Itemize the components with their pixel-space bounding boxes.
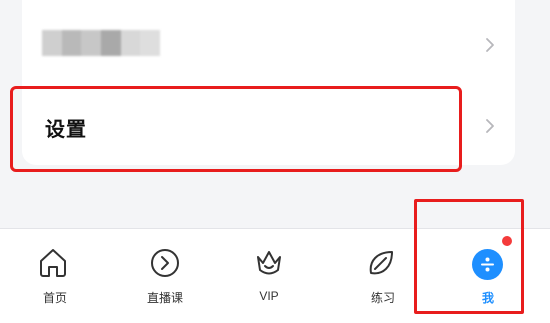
- tab-home-label: 首页: [42, 291, 67, 305]
- settings-label: 设置: [45, 119, 87, 141]
- play-circle-icon: [151, 249, 179, 277]
- blur-swatch: [140, 30, 161, 56]
- tab-practice[interactable]: 练习: [328, 229, 438, 323]
- blur-swatch: [81, 30, 102, 56]
- tab-home[interactable]: 首页: [0, 229, 110, 323]
- profile-icon: [472, 249, 503, 280]
- leaf-icon: [369, 251, 393, 275]
- blur-swatch: [61, 30, 82, 56]
- divide-glyph-icon: [481, 257, 494, 272]
- tab-me-label: 我: [481, 291, 494, 305]
- tab-live-class[interactable]: 直播课: [110, 229, 220, 323]
- home-icon: [40, 249, 66, 277]
- notification-badge: [502, 236, 512, 246]
- settings-item[interactable]: 设置: [22, 85, 515, 165]
- blur-swatch: [101, 30, 121, 56]
- tab-me[interactable]: 我: [433, 229, 543, 323]
- menu-card: 设置: [22, 0, 515, 165]
- crown-icon: [257, 251, 281, 275]
- chevron-right-icon: [486, 38, 494, 52]
- chevron-right-icon: [486, 119, 494, 133]
- blurred-label: [42, 30, 161, 56]
- tab-vip-label: VIP: [259, 289, 279, 303]
- blurred-menu-item[interactable]: [22, 0, 515, 80]
- tab-vip[interactable]: VIP: [214, 229, 324, 323]
- blur-swatch: [42, 30, 62, 56]
- tab-practice-label: 练习: [370, 291, 395, 305]
- bottom-tab-bar: 首页 直播课 VIP 练习 我: [0, 229, 550, 323]
- blur-swatch: [120, 30, 141, 56]
- tab-live-class-label: 直播课: [146, 291, 183, 305]
